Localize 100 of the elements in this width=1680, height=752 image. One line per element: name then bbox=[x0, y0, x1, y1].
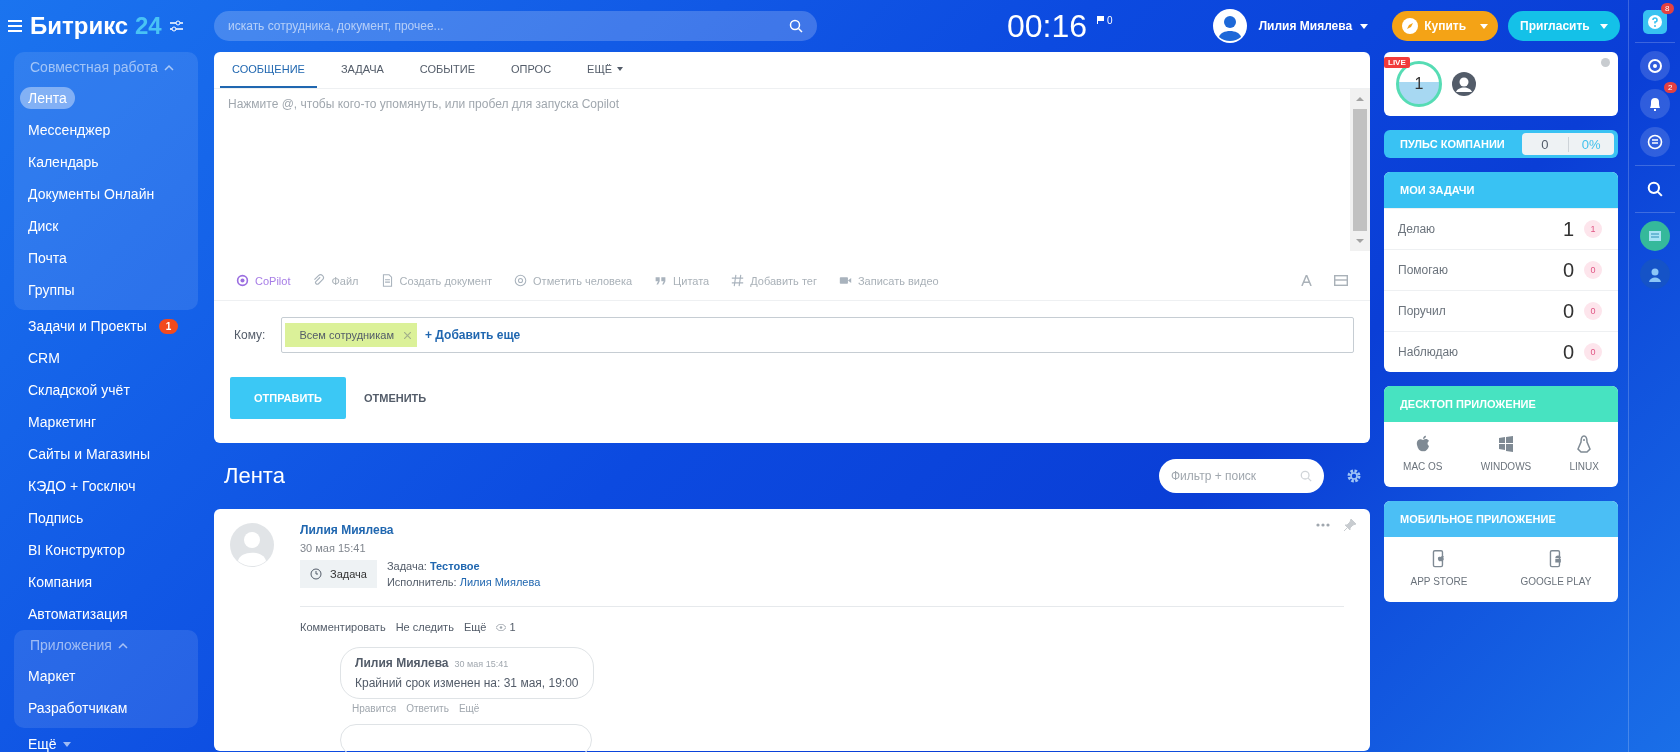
count-badge: 0 bbox=[1584, 261, 1602, 279]
live-badge: LIVE bbox=[1384, 57, 1410, 68]
post-action[interactable]: Не следить bbox=[395, 621, 454, 633]
author-name[interactable]: Лилия Миялева bbox=[300, 523, 394, 537]
copilot-icon bbox=[236, 274, 249, 288]
search-icon[interactable] bbox=[789, 19, 803, 33]
logo[interactable]: Битрикс 24 bbox=[30, 12, 162, 40]
cancel-button[interactable]: ОТМЕНИТЬ bbox=[358, 391, 433, 405]
news-button[interactable] bbox=[1639, 221, 1670, 251]
avatar-icon[interactable] bbox=[1212, 9, 1247, 43]
phone-apple-icon bbox=[1430, 550, 1447, 568]
app-download-link[interactable]: LINUX bbox=[1563, 434, 1605, 473]
help-button[interactable] bbox=[1642, 10, 1667, 34]
chat-button[interactable] bbox=[1639, 127, 1670, 157]
view-count: 1 bbox=[509, 621, 516, 633]
sidebar-item[interactable]: Складской учёт bbox=[20, 379, 138, 401]
post-action[interactable]: Комментировать bbox=[300, 621, 386, 633]
add-recipient-link[interactable]: + Добавить еще bbox=[425, 328, 521, 342]
sidebar-item[interactable]: Мессенджер bbox=[20, 119, 119, 141]
caret-icon bbox=[1599, 23, 1608, 29]
notifications-button[interactable] bbox=[1639, 89, 1670, 119]
caret-icon bbox=[1480, 23, 1489, 29]
settings-icon[interactable] bbox=[1346, 468, 1362, 484]
comment-action[interactable]: Ответить bbox=[406, 703, 449, 714]
count-badge: 1 bbox=[158, 318, 179, 334]
company-pulse[interactable]: ПУЛЬС КОМПАНИИ 0 0% bbox=[1384, 130, 1618, 158]
pulse-percent: 0% bbox=[1580, 136, 1602, 152]
mention-icon bbox=[514, 274, 528, 288]
composer-tab[interactable]: СОБЫТИЕ bbox=[407, 52, 487, 89]
eye-icon bbox=[496, 623, 507, 631]
windows-icon bbox=[1497, 435, 1514, 453]
task-row-label[interactable]: Помогаю bbox=[1398, 263, 1563, 277]
post-action[interactable]: Ещё bbox=[463, 621, 487, 633]
task-count: 0 bbox=[1562, 340, 1574, 364]
widget-header: ДЕСКТОП ПРИЛОЖЕНИЕ bbox=[1384, 386, 1618, 422]
toolbar-button[interactable]: CoPilot bbox=[236, 274, 291, 288]
count-badge: 0 bbox=[1584, 302, 1602, 320]
sidebar-item[interactable]: Компания bbox=[20, 571, 101, 593]
task-row-label[interactable]: Делаю bbox=[1398, 222, 1563, 236]
comment-text: Крайний срок изменен на: 31 мая, 19:00 bbox=[355, 676, 579, 690]
assignee-link[interactable]: Лилия Миялева bbox=[459, 576, 541, 588]
sidebar-item[interactable]: Маркетинг bbox=[20, 411, 105, 433]
task-row-label[interactable]: Поручил bbox=[1398, 304, 1563, 318]
sidebar-item[interactable]: Автоматизация bbox=[20, 603, 136, 625]
user-icon[interactable] bbox=[1452, 72, 1476, 96]
recipients-field[interactable]: Всем сотрудникам + Добавить еще bbox=[281, 317, 1354, 353]
sidebar-item[interactable]: Задачи и Проекты bbox=[20, 315, 155, 337]
composer-tab[interactable]: ЕЩЁ bbox=[575, 52, 636, 89]
user-name[interactable]: Лилия Миялева bbox=[1258, 19, 1353, 33]
chat-icon bbox=[1646, 134, 1663, 150]
apple-icon bbox=[1414, 435, 1431, 453]
scrollbar[interactable] bbox=[1350, 89, 1370, 252]
caret-icon[interactable] bbox=[1360, 23, 1369, 29]
more-icon[interactable] bbox=[1316, 523, 1330, 527]
file-icon bbox=[312, 274, 326, 288]
panel-icon[interactable] bbox=[1334, 275, 1348, 287]
sidebar-item[interactable]: КЭДО + Госключ bbox=[20, 475, 144, 497]
penguin-icon bbox=[1576, 435, 1593, 453]
sidebar-item[interactable]: Документы Онлайн bbox=[20, 183, 163, 205]
sidebar-item[interactable]: CRM bbox=[20, 347, 68, 369]
flag-count: 0 bbox=[1107, 14, 1113, 26]
text-format-icon[interactable] bbox=[1301, 275, 1312, 287]
newspaper-icon bbox=[1646, 228, 1663, 244]
composer-tab[interactable]: СООБЩЕНИЕ bbox=[220, 52, 317, 89]
task-chip: Задача bbox=[300, 560, 377, 588]
document-icon bbox=[380, 274, 394, 288]
widget-header: МОБИЛЬНОЕ ПРИЛОЖЕНИЕ bbox=[1384, 501, 1618, 537]
app-download-link[interactable]: GOOGLE PLAY bbox=[1514, 549, 1598, 588]
settings-icon[interactable] bbox=[169, 20, 183, 32]
app-download-link[interactable]: WINDOWS bbox=[1474, 434, 1538, 473]
composer-tab[interactable]: ЗАДАЧА bbox=[328, 52, 396, 89]
composer-tab[interactable]: ОПРОС bbox=[499, 52, 564, 89]
phone-android-icon bbox=[1547, 550, 1564, 568]
post-date[interactable]: 30 мая 15:41 bbox=[300, 542, 366, 554]
sidebar-item[interactable]: Подпись bbox=[20, 507, 92, 529]
sidebar-item[interactable]: Сайты и Магазины bbox=[20, 443, 158, 465]
notification-badge: 2 bbox=[1664, 82, 1677, 93]
sidebar-item[interactable]: Почта bbox=[20, 247, 75, 269]
sidebar-item[interactable]: Диск bbox=[20, 215, 67, 237]
app-download-link[interactable]: APP STORE bbox=[1404, 549, 1474, 588]
sidebar-item[interactable]: Маркет bbox=[20, 665, 84, 687]
recipients-label: Кому: bbox=[234, 328, 266, 342]
menu-icon[interactable] bbox=[8, 20, 22, 32]
caret-icon bbox=[62, 741, 71, 747]
user-avatar[interactable] bbox=[1639, 259, 1670, 289]
sidebar-item[interactable]: Календарь bbox=[20, 151, 107, 173]
more-link[interactable]: Ещё bbox=[20, 733, 79, 752]
task-title: Задача: Тестовое bbox=[386, 560, 481, 572]
task-count: 0 bbox=[1562, 258, 1574, 282]
comment-author[interactable]: Лилия Миялева bbox=[355, 656, 449, 670]
app-download-link[interactable]: MAC OS bbox=[1397, 434, 1449, 473]
sidebar-item[interactable]: Разработчикам bbox=[20, 697, 136, 719]
task-row-label[interactable]: Наблюдаю bbox=[1398, 345, 1563, 359]
copilot-button[interactable] bbox=[1639, 51, 1670, 81]
timer[interactable]: 00:16 bbox=[1007, 7, 1088, 45]
sidebar-item[interactable]: Группы bbox=[20, 279, 83, 301]
task-link[interactable]: Тестовое bbox=[429, 560, 480, 572]
flag-icon bbox=[1097, 16, 1105, 24]
group-header[interactable]: Приложения bbox=[14, 630, 198, 660]
sidebar-item[interactable]: BI Конструктор bbox=[20, 539, 133, 561]
